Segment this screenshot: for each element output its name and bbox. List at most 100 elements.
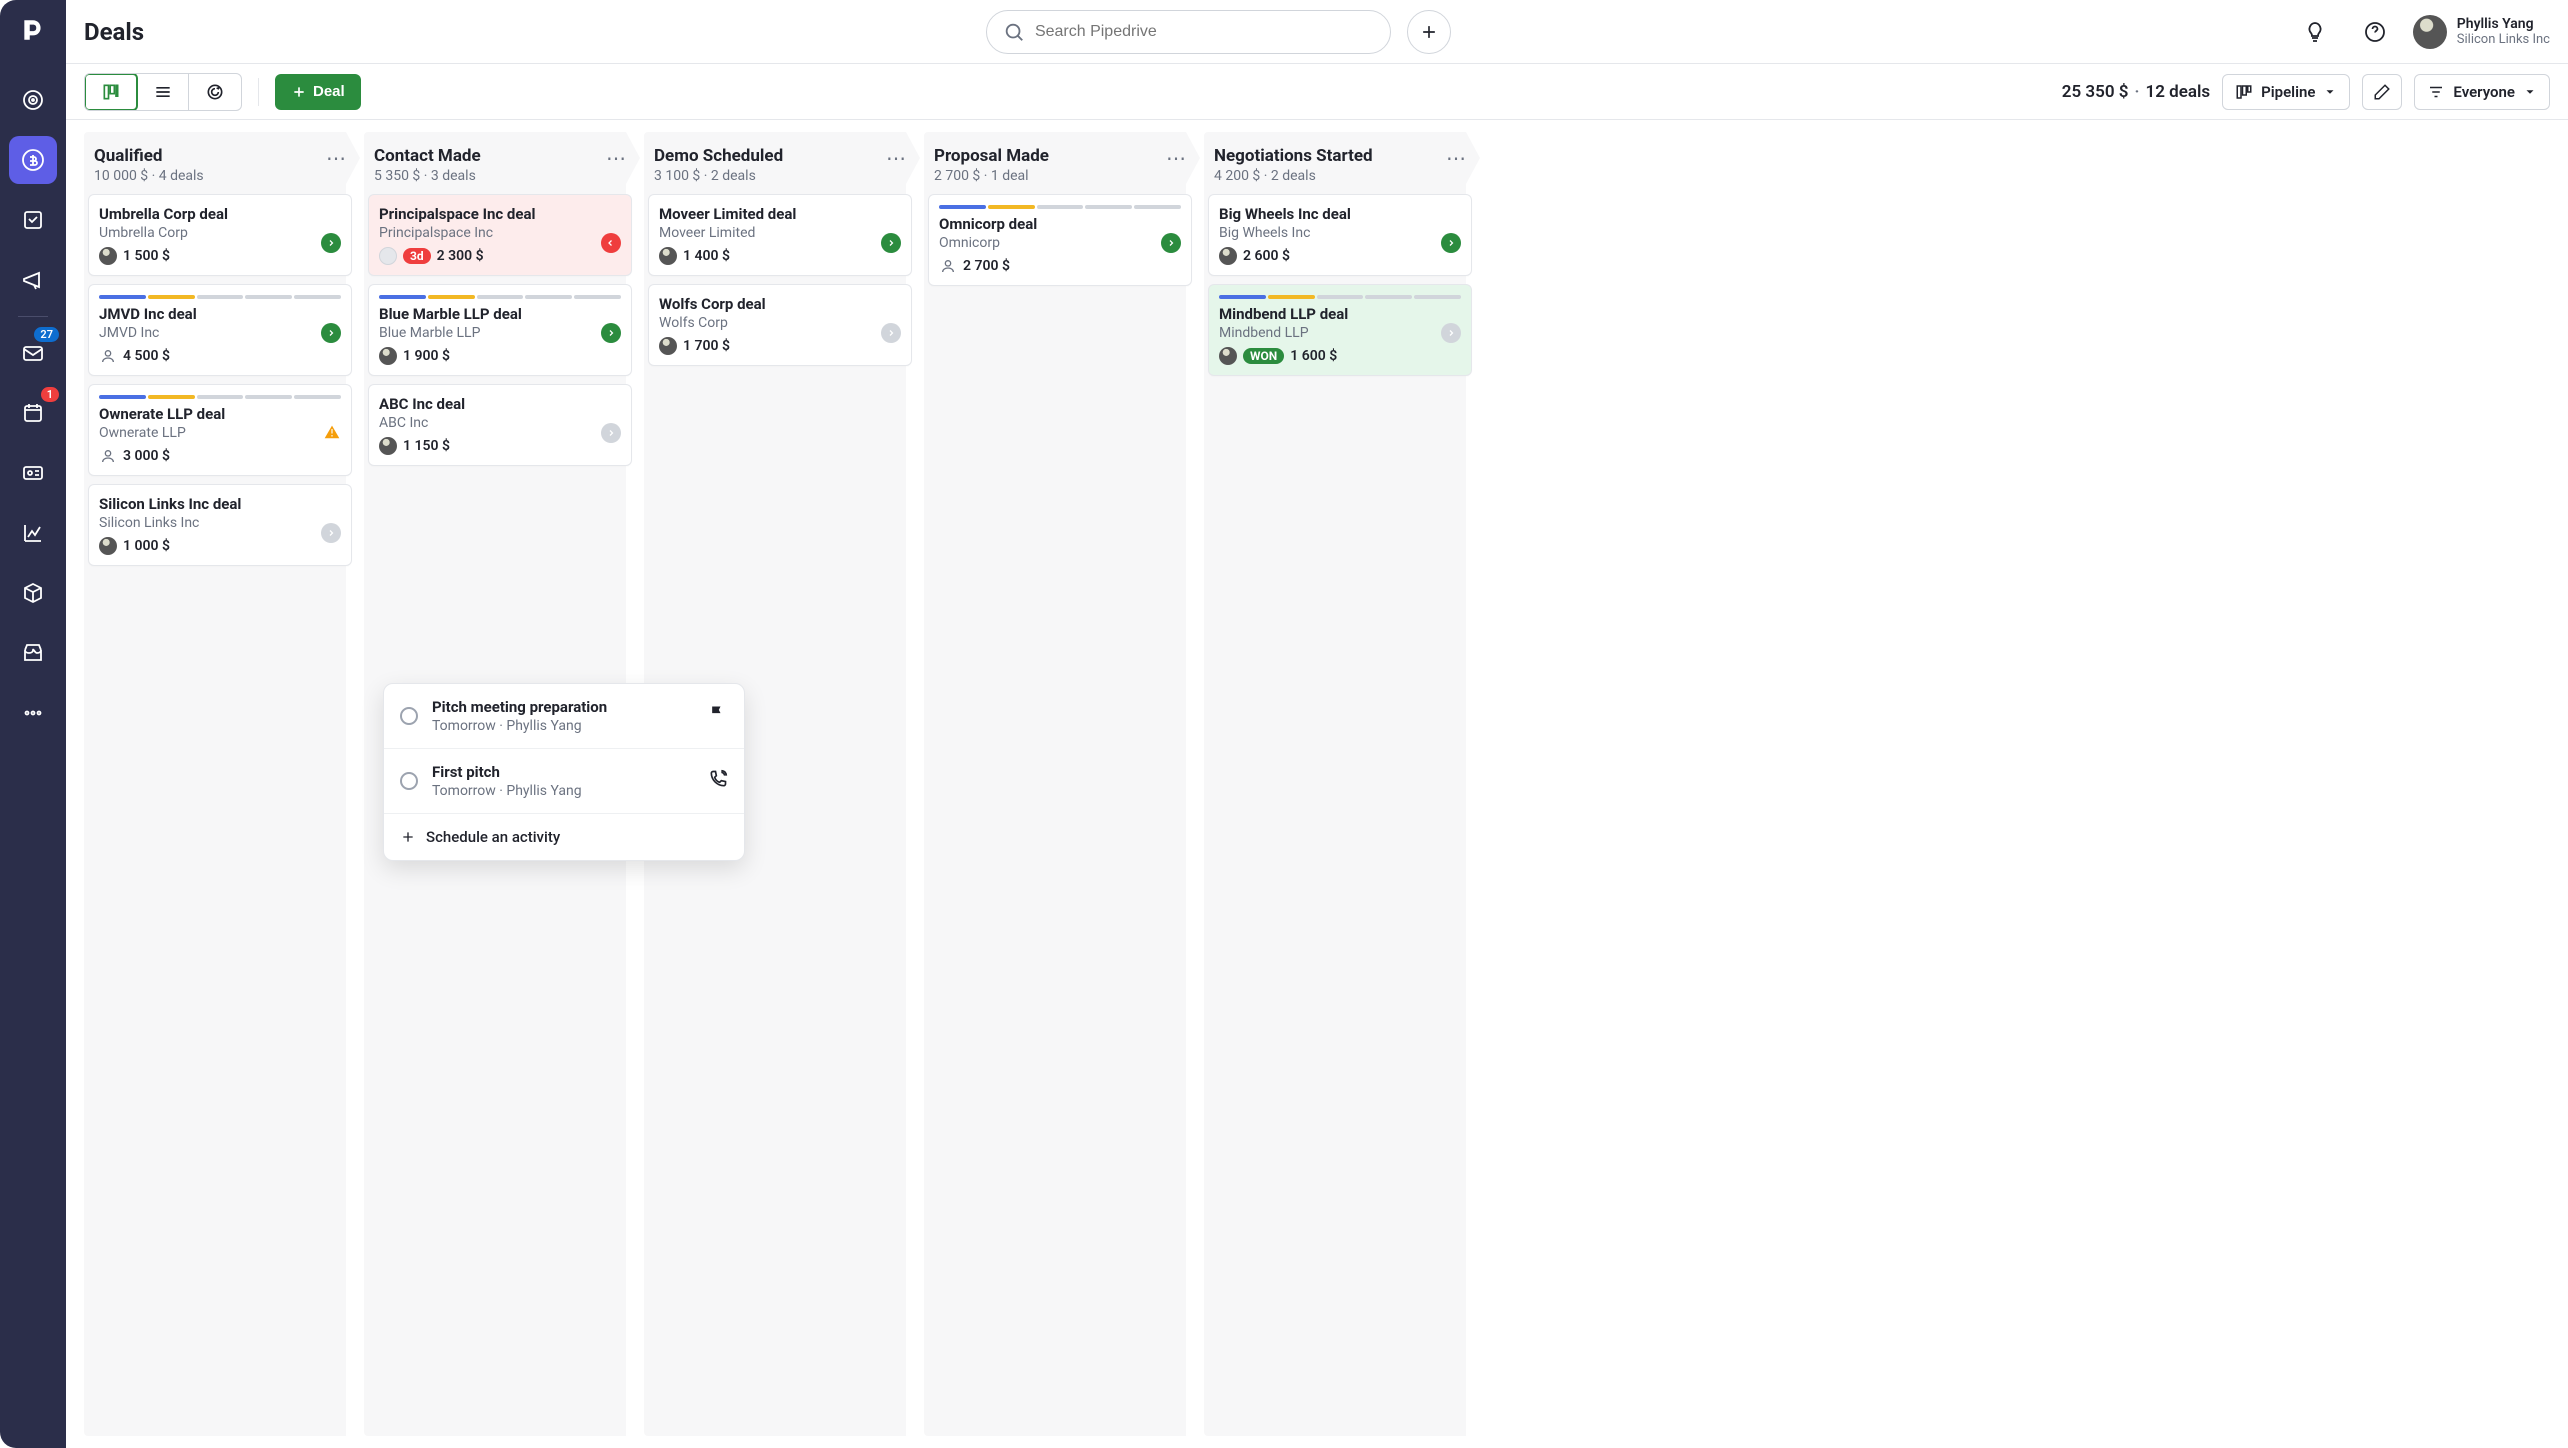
tips-button[interactable] xyxy=(2293,10,2337,54)
deal-card[interactable]: Wolfs Corp deal Wolfs Corp 1 700 $ xyxy=(648,284,912,366)
stage-title: Proposal Made xyxy=(934,146,1049,166)
status-green-icon xyxy=(321,323,341,343)
add-deal-button[interactable]: Deal xyxy=(275,74,361,110)
activity-item[interactable]: Pitch meeting preparationTomorrow · Phyl… xyxy=(384,684,744,749)
deal-amount: 1 150 $ xyxy=(403,438,450,454)
deal-card[interactable]: Blue Marble LLP deal Blue Marble LLP 1 9… xyxy=(368,284,632,376)
deal-title: Wolfs Corp deal xyxy=(659,295,901,313)
nav-more[interactable] xyxy=(9,689,57,737)
plus-icon xyxy=(291,84,307,100)
owner-avatar xyxy=(379,437,397,455)
view-forecast[interactable] xyxy=(189,74,241,110)
stage-progress xyxy=(939,205,1181,209)
nav-insights[interactable] xyxy=(9,509,57,557)
deal-title: Big Wheels Inc deal xyxy=(1219,205,1461,223)
search-box[interactable] xyxy=(986,10,1391,54)
stage-menu[interactable]: ⋯ xyxy=(1446,146,1466,168)
deal-card[interactable]: Ownerate LLP deal Ownerate LLP 3 000 $ xyxy=(88,384,352,476)
deal-title: Moveer Limited deal xyxy=(659,205,901,223)
view-list[interactable] xyxy=(137,74,189,110)
owner-avatar xyxy=(379,347,397,365)
deal-card[interactable]: Principalspace Inc deal Principalspace I… xyxy=(368,194,632,276)
page-title: Deals xyxy=(84,18,144,46)
status-green-icon xyxy=(1441,233,1461,253)
person-icon xyxy=(939,257,957,275)
activity-popup: Pitch meeting preparationTomorrow · Phyl… xyxy=(383,683,745,861)
edit-pipeline-button[interactable] xyxy=(2362,74,2402,110)
help-icon xyxy=(2363,20,2387,44)
deal-amount: 1 400 $ xyxy=(683,248,730,264)
deal-org: Principalspace Inc xyxy=(379,225,621,241)
deal-amount: 2 300 $ xyxy=(437,248,484,264)
status-green-icon xyxy=(1161,233,1181,253)
pencil-icon xyxy=(2373,83,2391,101)
overdue-chip: 3d xyxy=(403,248,431,264)
owner-avatar xyxy=(99,247,117,265)
deal-title: Mindbend LLP deal xyxy=(1219,305,1461,323)
pipeline-stage: Qualified 10 000 $ · 4 deals ⋯ Umbrella … xyxy=(84,132,356,1436)
pipeline-icon xyxy=(2235,83,2253,101)
deal-card[interactable]: Big Wheels Inc deal Big Wheels Inc 2 600… xyxy=(1208,194,1472,276)
nav-projects[interactable] xyxy=(9,196,57,244)
deal-card[interactable]: ABC Inc deal ABC Inc 1 150 $ Pitch meeti… xyxy=(368,384,632,466)
stage-menu[interactable]: ⋯ xyxy=(1166,146,1186,168)
stage-summary: 3 100 $ · 2 deals xyxy=(654,168,783,184)
stage-progress xyxy=(99,295,341,299)
search-input[interactable] xyxy=(1035,23,1374,41)
deal-org: Moveer Limited xyxy=(659,225,901,241)
schedule-activity-button[interactable]: Schedule an activity xyxy=(384,814,744,860)
warning-icon xyxy=(323,423,341,445)
activity-checkbox[interactable] xyxy=(400,707,418,725)
status-grey-icon xyxy=(1441,323,1461,343)
deal-card[interactable]: Silicon Links Inc deal Silicon Links Inc… xyxy=(88,484,352,566)
mail-badge: 27 xyxy=(34,327,59,342)
deal-amount: 1 900 $ xyxy=(403,348,450,364)
deal-title: Silicon Links Inc deal xyxy=(99,495,341,513)
nav-deals[interactable] xyxy=(9,136,57,184)
search-icon xyxy=(1003,21,1025,43)
pipeline-stage: Proposal Made 2 700 $ · 1 deal ⋯ Omnicor… xyxy=(924,132,1196,1436)
status-green-icon xyxy=(321,233,341,253)
owner-avatar xyxy=(99,537,117,555)
view-kanban[interactable] xyxy=(85,74,137,110)
deal-card[interactable]: Omnicorp deal Omnicorp 2 700 $ xyxy=(928,194,1192,286)
deal-card[interactable]: JMVD Inc deal JMVD Inc 4 500 $ xyxy=(88,284,352,376)
deal-amount: 1 700 $ xyxy=(683,338,730,354)
stage-progress xyxy=(379,295,621,299)
stage-menu[interactable]: ⋯ xyxy=(326,146,346,168)
activity-item[interactable]: First pitchTomorrow · Phyllis Yang xyxy=(384,749,744,814)
deal-org: Umbrella Corp xyxy=(99,225,341,241)
nav-activities[interactable]: 1 xyxy=(9,389,57,437)
status-grey-icon xyxy=(881,323,901,343)
nav-contacts[interactable] xyxy=(9,449,57,497)
pipeline-selector[interactable]: Pipeline xyxy=(2222,74,2350,110)
stage-menu[interactable]: ⋯ xyxy=(606,146,626,168)
deal-title: ABC Inc deal xyxy=(379,395,621,413)
stage-title: Contact Made xyxy=(374,146,481,166)
nav-products[interactable] xyxy=(9,569,57,617)
nav-leads[interactable] xyxy=(9,76,57,124)
pipeline-stage: Contact Made 5 350 $ · 3 deals ⋯ Princip… xyxy=(364,132,636,1436)
user-menu[interactable]: Phyllis Yang Silicon Links Inc xyxy=(2413,15,2550,49)
activity-checkbox[interactable] xyxy=(400,772,418,790)
add-button[interactable] xyxy=(1407,10,1451,54)
deal-amount: 2 600 $ xyxy=(1243,248,1290,264)
owner-avatar xyxy=(659,337,677,355)
deal-card[interactable]: Umbrella Corp deal Umbrella Corp 1 500 $ xyxy=(88,194,352,276)
filter-selector[interactable]: Everyone xyxy=(2414,74,2550,110)
status-red-icon xyxy=(601,233,621,253)
nav-marketplace[interactable] xyxy=(9,629,57,677)
nav-mail[interactable]: 27 xyxy=(9,329,57,377)
stage-menu[interactable]: ⋯ xyxy=(886,146,906,168)
deal-title: JMVD Inc deal xyxy=(99,305,341,323)
nav-campaigns[interactable] xyxy=(9,256,57,304)
help-button[interactable] xyxy=(2353,10,2397,54)
deal-card[interactable]: Moveer Limited deal Moveer Limited 1 400… xyxy=(648,194,912,276)
status-grey-icon xyxy=(321,523,341,543)
user-avatar xyxy=(2413,15,2447,49)
deal-card[interactable]: Mindbend LLP deal Mindbend LLP WON 1 600… xyxy=(1208,284,1472,376)
call-icon xyxy=(708,769,728,789)
pipeline-stage: Negotiations Started 4 200 $ · 2 deals ⋯… xyxy=(1204,132,1476,1436)
logo xyxy=(13,10,53,50)
kanban-board: Qualified 10 000 $ · 4 deals ⋯ Umbrella … xyxy=(66,120,2568,1448)
